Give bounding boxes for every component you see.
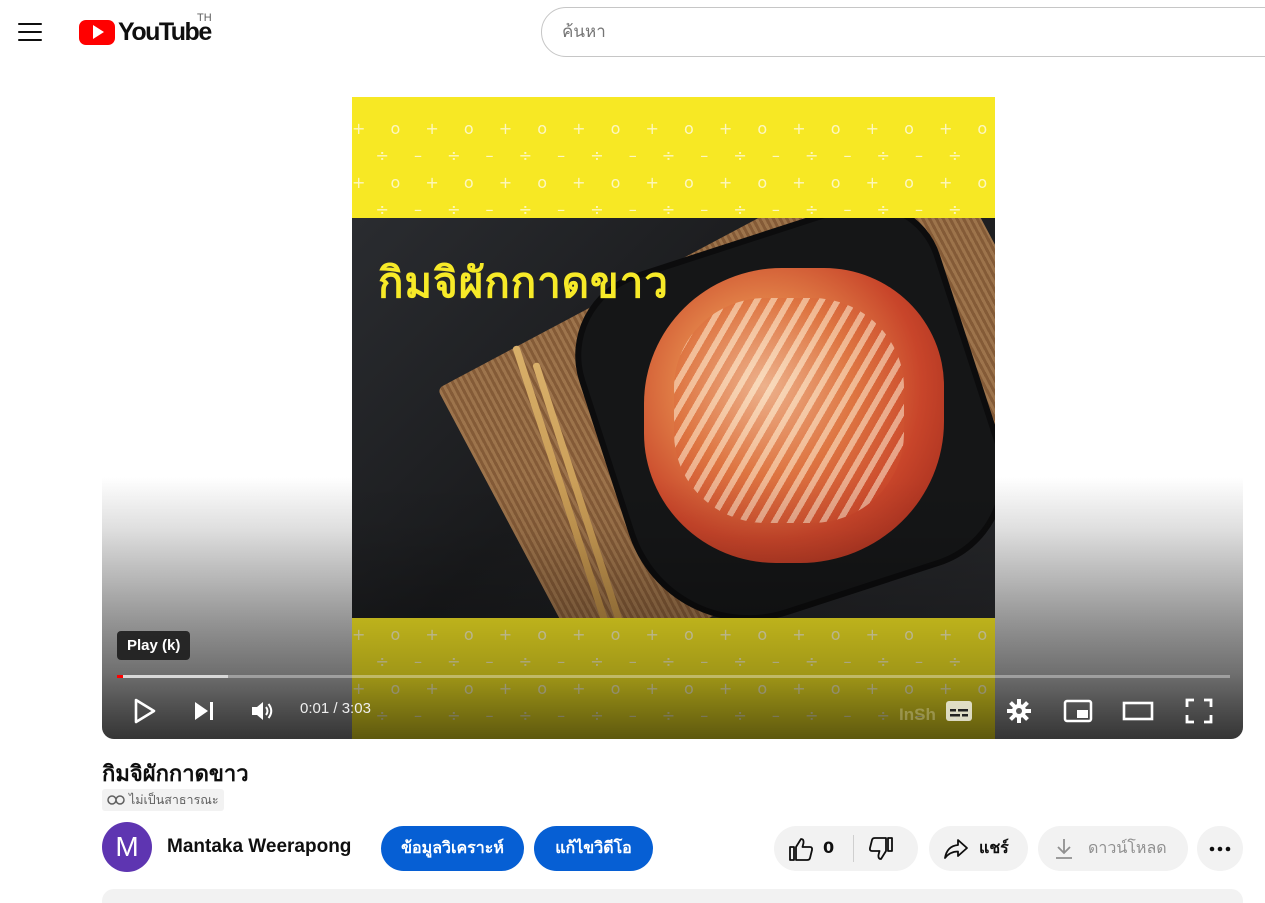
more-icon: [1209, 846, 1231, 851]
like-button[interactable]: [788, 836, 814, 866]
miniplayer-button[interactable]: [1060, 693, 1096, 729]
next-button[interactable]: [186, 693, 222, 729]
thumbs-up-icon: [789, 838, 813, 861]
inshot-watermark: InSh: [899, 705, 936, 724]
region-code: TH: [197, 12, 212, 24]
share-label: แชร์: [979, 838, 1009, 857]
dislike-button[interactable]: [868, 836, 894, 866]
privacy-badge: ไม่เป็นสาธารณะ: [102, 789, 224, 811]
share-button[interactable]: แชร์: [929, 826, 1028, 871]
time-display: 0:01 / 3:03: [300, 700, 371, 717]
more-actions-button[interactable]: [1197, 826, 1243, 871]
thumbnail-title: กิมจิผักกาดขาว: [378, 258, 669, 307]
video-player[interactable]: + o + o + o + o + o + o + o + o + o ÷ – ÷…: [102, 97, 1243, 739]
time-separator: /: [329, 700, 342, 717]
duration: 3:03: [341, 700, 371, 717]
buffered-bar: [117, 675, 229, 678]
kimchi: [644, 268, 944, 563]
description-box[interactable]: [102, 889, 1243, 903]
search-input[interactable]: [542, 8, 1265, 56]
youtube-play-icon: [79, 19, 115, 45]
analytics-button[interactable]: ข้อมูลวิเคราะห์: [381, 826, 524, 871]
subtitles-icon: [946, 701, 972, 721]
pattern-decoration: + o + o + o + o + o + o + o + o + o ÷ – ÷…: [352, 119, 995, 219]
link-icon: [107, 795, 125, 805]
thumbs-down-icon: [869, 837, 893, 860]
download-icon: [1056, 838, 1072, 859]
subtitles-button[interactable]: [941, 693, 977, 729]
gear-icon: [1007, 699, 1031, 723]
privacy-label: ไม่เป็นสาธารณะ: [129, 792, 219, 807]
fullscreen-button[interactable]: [1181, 693, 1217, 729]
video-title: กิมจิผักกาดขาว: [102, 762, 249, 787]
avatar[interactable]: M: [102, 822, 152, 872]
next-icon: [195, 702, 213, 720]
edit-video-button[interactable]: แก้ไขวิดีโอ: [534, 826, 653, 871]
kimchi-photo: กิมจิผักกาดขาว: [352, 218, 995, 618]
share-icon: [944, 838, 968, 859]
download-label: ดาวน์โหลด: [1088, 838, 1167, 857]
play-button[interactable]: [127, 693, 163, 729]
search-box: [541, 7, 1265, 57]
play-tooltip: Play (k): [117, 631, 191, 660]
menu-icon[interactable]: [18, 16, 50, 48]
progress-bar[interactable]: [117, 675, 1230, 678]
miniplayer-icon: [1063, 699, 1093, 723]
divider: [853, 835, 854, 862]
played-bar: [117, 675, 123, 678]
youtube-logo[interactable]: YouTube: [79, 18, 212, 46]
masthead: YouTube TH: [0, 0, 1265, 64]
volume-icon: [252, 702, 273, 720]
play-icon: [134, 698, 156, 724]
theater-mode-button[interactable]: [1120, 693, 1156, 729]
channel-name[interactable]: Mantaka Weerapong: [167, 836, 351, 858]
current-time: 0:01: [300, 700, 330, 717]
settings-button[interactable]: [1001, 693, 1037, 729]
like-dislike-group: 0: [774, 826, 918, 871]
theater-icon: [1122, 701, 1154, 721]
like-count: 0: [823, 838, 835, 857]
fullscreen-icon: [1185, 698, 1213, 724]
download-button[interactable]: ดาวน์โหลด: [1038, 826, 1188, 871]
volume-button[interactable]: [245, 693, 281, 729]
video-frame: + o + o + o + o + o + o + o + o + o ÷ – ÷…: [352, 97, 995, 739]
